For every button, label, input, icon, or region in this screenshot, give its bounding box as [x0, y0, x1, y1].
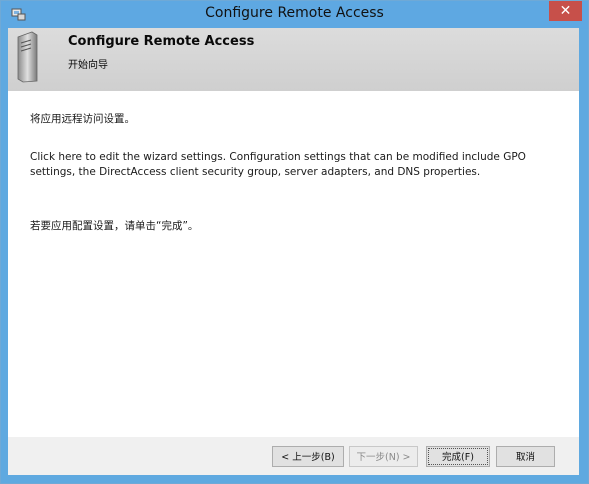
wizard-header: Configure Remote Access 开始向导	[8, 28, 579, 91]
header-title: Configure Remote Access	[68, 34, 255, 49]
intro-text: 将应用远程访问设置。	[30, 113, 135, 125]
close-button[interactable]: ✕	[549, 1, 582, 21]
edit-settings-link[interactable]: Click here to edit the wizard settings. …	[30, 150, 560, 180]
back-button[interactable]: < 上一步(B)	[272, 446, 344, 467]
header-subtitle: 开始向导	[68, 60, 108, 71]
wizard-footer: < 上一步(B) 下一步(N) > 完成(F) 取消	[8, 437, 579, 475]
close-icon: ✕	[559, 3, 572, 19]
wizard-content: 将应用远程访问设置。 Click here to edit the wizard…	[8, 91, 579, 437]
title-bar[interactable]: Configure Remote Access ✕	[1, 1, 588, 29]
apply-hint-text: 若要应用配置设置，请单击“完成”。	[30, 220, 199, 232]
window-title: Configure Remote Access	[205, 5, 384, 21]
next-button[interactable]: 下一步(N) >	[349, 446, 418, 467]
server-icon	[17, 31, 38, 83]
cancel-button[interactable]: 取消	[496, 446, 555, 467]
finish-button[interactable]: 完成(F)	[426, 446, 490, 467]
